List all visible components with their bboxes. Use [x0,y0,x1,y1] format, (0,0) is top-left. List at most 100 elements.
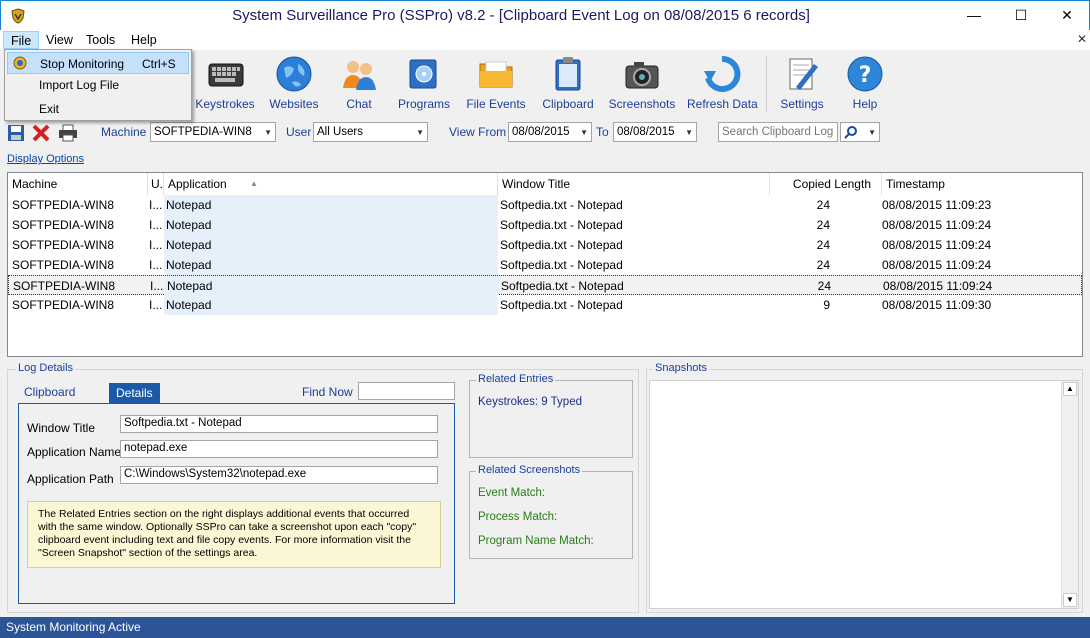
toolbar-refresh-button[interactable]: Refresh Data [687,54,758,116]
window-title-field[interactable]: Softpedia.txt - Notepad [120,415,438,433]
toolbar-separator [766,56,767,112]
search-icon [844,126,857,139]
menu-tools[interactable]: Tools [79,31,122,49]
stop-monitoring-shortcut: Ctrl+S [142,57,176,71]
close-button[interactable]: ✕ [1044,1,1090,30]
table-row[interactable]: SOFTPEDIA-WIN8 I... Notepad Softpedia.txt -… [8,255,1082,275]
toolbar-clipboard-button[interactable]: Clipboard [539,54,597,116]
process-match-label: Process Match: [478,511,558,523]
toolbar-screenshots-button[interactable]: Screenshots [608,54,676,116]
machine-select[interactable]: SOFTPEDIA-WIN8 ▼ [150,122,276,142]
table-row[interactable]: SOFTPEDIA-WIN8 I... Notepad Softpedia.txt -… [8,235,1082,255]
snapshots-group: Snapshots ▲ ▼ [646,362,1083,613]
chat-users-icon [343,61,376,90]
minimize-button[interactable]: — [951,1,997,30]
scroll-up-icon[interactable]: ▲ [1063,382,1077,396]
from-date-picker[interactable]: 08/08/2015 ▼ [508,122,592,142]
find-input[interactable] [358,382,455,400]
help-icon: ? [847,56,883,92]
table-row[interactable]: SOFTPEDIA-WIN8 I... Notepad Softpedia.txt -… [8,295,1082,315]
details-tab-panel: Window Title Softpedia.txt - Notepad App… [18,403,455,604]
refresh-icon [704,55,741,92]
menu-view[interactable]: View [39,31,80,49]
status-bar: System Monitoring Active [0,617,1090,638]
filter-row: Machine SOFTPEDIA-WIN8 ▼ User All Users … [0,120,1090,146]
search-button[interactable]: ▼ [840,122,880,142]
stop-monitoring-icon [13,56,27,70]
table-cell-window-title: Softpedia.txt - Notepad [500,238,623,252]
vertical-scrollbar[interactable]: ▲ ▼ [1061,381,1078,608]
delete-icon[interactable] [32,124,50,142]
toolbar-file-events-button[interactable]: File Events [464,54,528,116]
table-cell-user: I... [149,218,163,232]
column-header-copied-length[interactable]: Copied Length [770,173,882,195]
tab-clipboard-text[interactable]: Clipboard Text [18,383,81,418]
table-cell-machine: SOFTPEDIA-WIN8 [12,218,115,232]
find-now-link[interactable]: Find Now [302,385,353,399]
print-icon[interactable] [58,124,78,142]
menu-file[interactable]: File [3,31,40,49]
camera-icon [625,62,659,89]
table-row[interactable]: SOFTPEDIA-WIN8 I... Notepad Softpedia.txt -… [8,275,1082,296]
toolbar-chat-button[interactable]: Chat [333,54,385,116]
table-cell-length: 24 [816,198,830,212]
search-input[interactable] [718,122,838,142]
toolbar-settings-label: Settings [780,97,824,111]
display-options-link[interactable]: Display Options [7,153,84,165]
program-name-match-label: Program Name Match: [478,535,594,547]
user-select[interactable]: All Users ▼ [313,122,428,142]
table-cell-application: Notepad [164,215,498,235]
column-header-machine[interactable]: Machine [8,173,148,195]
column-header-timestamp[interactable]: Timestamp [882,173,1082,195]
table-cell-window-title: Softpedia.txt - Notepad [500,218,623,232]
to-date-picker[interactable]: 08/08/2015 ▼ [613,122,697,142]
settings-icon [789,58,818,90]
machine-label: Machine [101,125,147,139]
table-cell-window-title: Softpedia.txt - Notepad [501,279,624,293]
save-icon[interactable] [7,124,25,142]
mdi-close-icon[interactable]: ✕ [1077,32,1087,46]
table-cell-timestamp: 08/08/2015 11:09:24 [883,279,993,293]
table-row[interactable]: SOFTPEDIA-WIN8 I... Notepad Softpedia.txt -… [8,215,1082,235]
table-cell-length: 24 [817,279,831,293]
folder-icon [479,61,513,88]
chevron-down-icon: ▼ [868,128,876,137]
chevron-down-icon: ▼ [685,128,693,137]
column-header-application-label: Application [168,177,227,191]
toolbar-programs-button[interactable]: Programs [396,54,452,116]
toolbar-keystrokes-button[interactable]: Keystrokes [195,54,255,116]
log-details-group: Log Details Clipboard Text Details Find … [7,362,639,613]
toolbar-keystrokes-label: Keystrokes [195,97,255,111]
menu-help[interactable]: Help [124,31,164,49]
column-header-application[interactable]: Application ▲ [164,173,498,195]
table-cell-application: Notepad [164,195,498,215]
table-cell-timestamp: 08/08/2015 11:09:24 [882,218,992,232]
tab-details[interactable]: Details [109,383,160,403]
toolbar-websites-button[interactable]: Websites [266,54,322,116]
column-header-user[interactable]: U. [148,173,164,195]
table-cell-machine: SOFTPEDIA-WIN8 [12,258,115,272]
globe-icon [276,56,312,92]
application-path-field[interactable]: C:\Windows\System32\notepad.exe [120,466,438,484]
window-title-label: Window Title [27,421,96,435]
menu-import-log-file[interactable]: Import Log File [7,74,189,96]
scroll-down-icon[interactable]: ▼ [1063,593,1077,607]
event-match-label: Event Match: [478,487,546,499]
table-cell-window-title: Softpedia.txt - Notepad [500,258,623,272]
column-header-window-title[interactable]: Window Title [498,173,770,195]
table-cell-application: Notepad [164,295,498,315]
toolbar-programs-label: Programs [397,97,450,111]
related-keystrokes-link[interactable]: Keystrokes: 9 Typed [478,396,582,408]
menu-exit[interactable]: Exit [7,98,189,120]
toolbar-help-button[interactable]: ? Help [840,54,890,116]
table-cell-user: I... [149,198,163,212]
menu-stop-monitoring[interactable]: Stop Monitoring Ctrl+S [7,52,189,74]
table-row[interactable]: SOFTPEDIA-WIN8 I... Notepad Softpedia.txt -… [8,195,1082,215]
user-label: User [286,125,312,139]
maximize-button[interactable]: ☐ [998,1,1044,30]
toolbar-settings-button[interactable]: Settings [776,54,828,116]
view-from-label: View From [449,125,507,139]
user-select-value: All Users [317,126,364,138]
table-cell-timestamp: 08/08/2015 11:09:23 [882,198,992,212]
application-name-field[interactable]: notepad.exe [120,440,438,458]
